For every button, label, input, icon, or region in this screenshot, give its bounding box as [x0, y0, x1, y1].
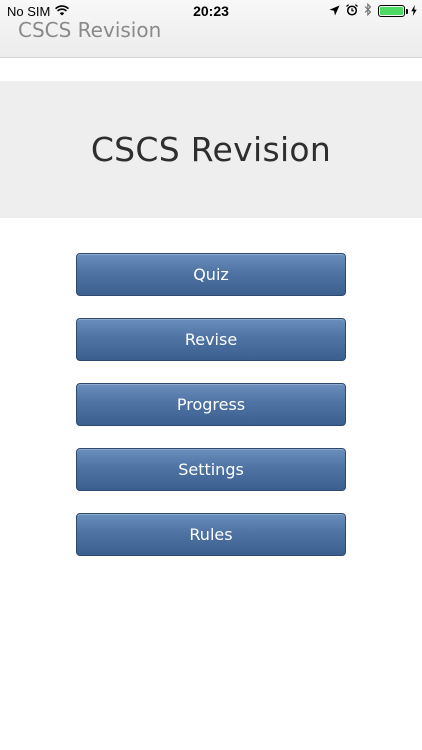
title-banner: CSCS Revision: [0, 81, 422, 218]
quiz-button[interactable]: Quiz: [76, 253, 346, 296]
app-screen: CSCS Revision No SIM 20:23 CSCS Revision…: [0, 0, 422, 750]
progress-button[interactable]: Progress: [76, 383, 346, 426]
status-right: [329, 2, 417, 19]
battery-cap: [406, 9, 408, 14]
battery-level: [380, 7, 403, 15]
battery-icon: [378, 5, 408, 17]
settings-button[interactable]: Settings: [76, 448, 346, 491]
page-title: CSCS Revision: [90, 130, 332, 169]
location-arrow-icon: [329, 4, 340, 19]
main-menu: Quiz Revise Progress Settings Rules: [76, 253, 346, 578]
rules-button[interactable]: Rules: [76, 513, 346, 556]
status-bar: No SIM 20:23: [0, 0, 422, 22]
charging-bolt-icon: [411, 4, 417, 19]
bluetooth-icon: [364, 2, 372, 19]
alarm-icon: [346, 3, 358, 19]
revise-button[interactable]: Revise: [76, 318, 346, 361]
